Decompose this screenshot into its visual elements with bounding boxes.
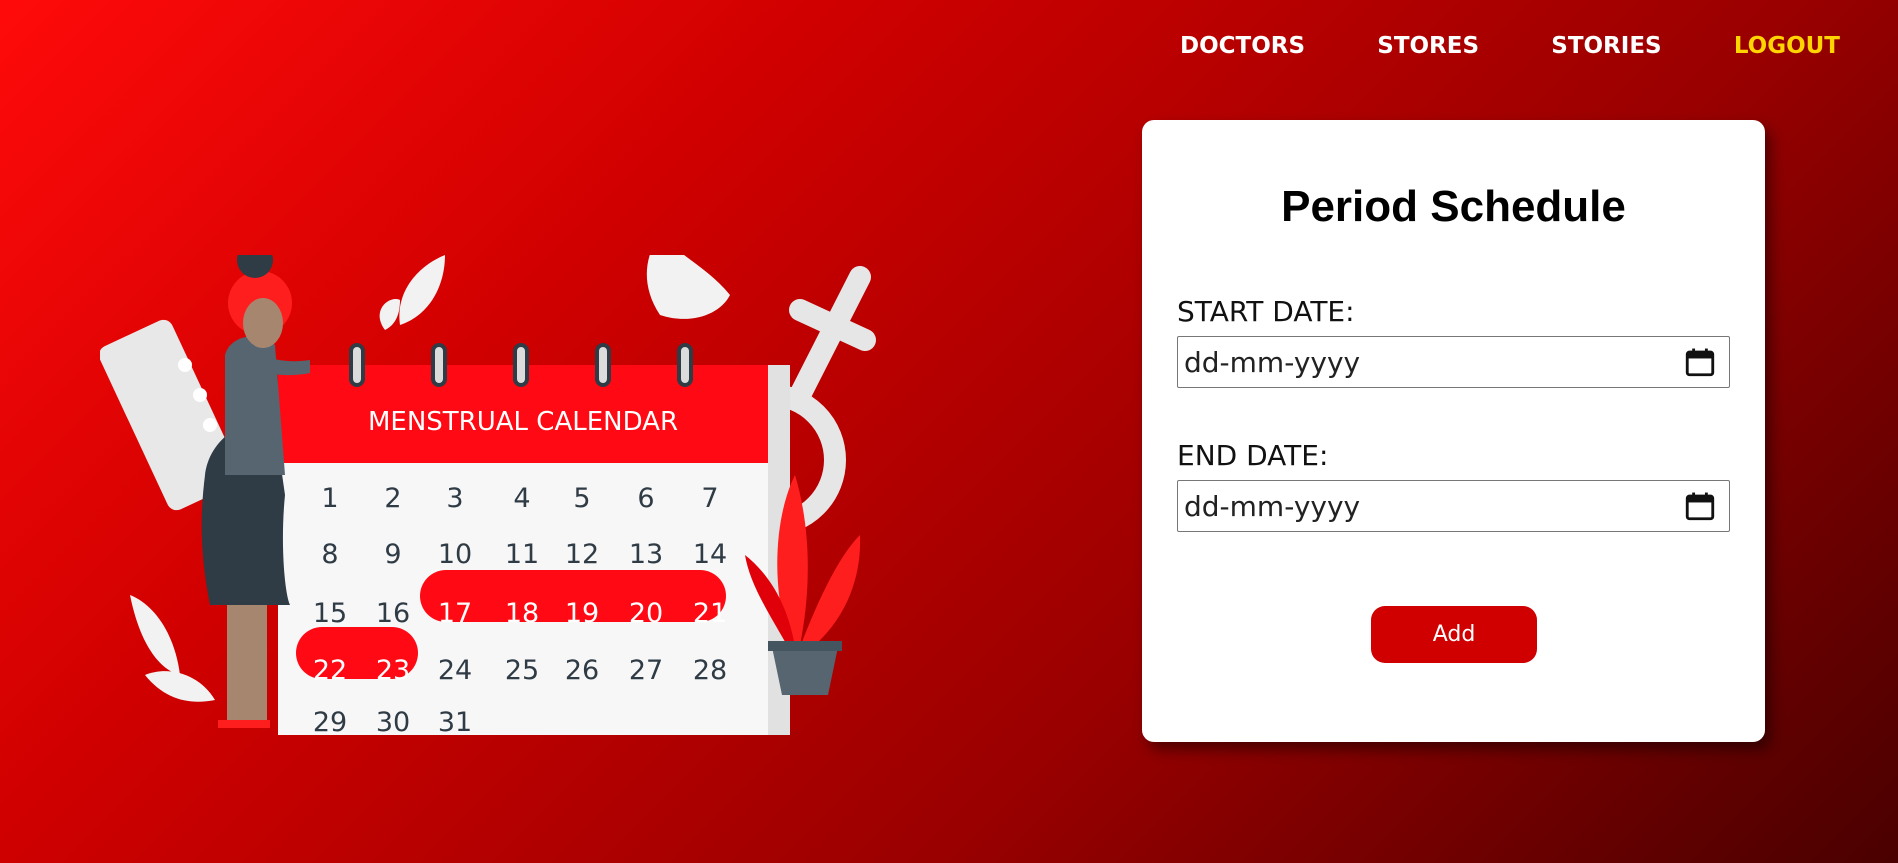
calendar-icon[interactable] bbox=[1683, 345, 1717, 379]
calendar-day: 20 bbox=[629, 598, 663, 629]
nav-stores-link[interactable]: STORES bbox=[1377, 33, 1479, 59]
calendar-day: 5 bbox=[573, 483, 590, 514]
nav-stories-link[interactable]: STORIES bbox=[1551, 33, 1661, 59]
calendar-day: 18 bbox=[505, 598, 539, 629]
calendar-icon[interactable] bbox=[1683, 489, 1717, 523]
calendar-day: 8 bbox=[321, 539, 338, 570]
page-title: Period Schedule bbox=[1281, 182, 1626, 231]
calendar-day: 7 bbox=[701, 483, 718, 514]
calendar-day: 19 bbox=[565, 598, 599, 629]
calendar-day: 2 bbox=[384, 483, 401, 514]
calendar-day: 17 bbox=[438, 598, 472, 629]
period-schedule-card: Period Schedule START DATE: dd-mm-yyyy E… bbox=[1142, 120, 1765, 742]
calendar-day: 12 bbox=[565, 539, 599, 570]
nav-doctors-link[interactable]: DOCTORS bbox=[1180, 33, 1305, 59]
calendar-day: 31 bbox=[438, 707, 472, 735]
calendar-day: 13 bbox=[629, 539, 663, 570]
calendar-day: 29 bbox=[313, 707, 347, 735]
calendar-day: 28 bbox=[693, 655, 727, 686]
calendar-day: 23 bbox=[376, 655, 410, 686]
calendar-day: 26 bbox=[565, 655, 599, 686]
calendar-day: 16 bbox=[376, 598, 410, 629]
calendar-day: 24 bbox=[438, 655, 472, 686]
add-button[interactable]: Add bbox=[1371, 606, 1537, 663]
calendar-day: 11 bbox=[505, 539, 539, 570]
calendar-title: MENSTRUAL CALENDAR bbox=[368, 407, 678, 437]
start-date-label: START DATE: bbox=[1177, 295, 1355, 328]
start-date-input[interactable]: dd-mm-yyyy bbox=[1177, 336, 1730, 388]
calendar-day: 27 bbox=[629, 655, 663, 686]
top-nav: DOCTORS STORES STORIES LOGOUT bbox=[1180, 28, 1840, 64]
calendar-day: 3 bbox=[446, 483, 463, 514]
calendar-day: 6 bbox=[637, 483, 654, 514]
calendar-day: 4 bbox=[513, 483, 530, 514]
nav-logout-link[interactable]: LOGOUT bbox=[1734, 33, 1840, 59]
calendar-day: 15 bbox=[313, 598, 347, 629]
calendar-day: 30 bbox=[376, 707, 410, 735]
end-date-label: END DATE: bbox=[1177, 439, 1329, 472]
calendar-day: 22 bbox=[313, 655, 347, 686]
calendar-day: 10 bbox=[438, 539, 472, 570]
calendar-day: 25 bbox=[505, 655, 539, 686]
end-date-placeholder: dd-mm-yyyy bbox=[1184, 489, 1361, 523]
calendar-day: 14 bbox=[693, 539, 727, 570]
end-date-input[interactable]: dd-mm-yyyy bbox=[1177, 480, 1730, 532]
menstrual-calendar-illustration: MENSTRUAL CALENDAR 1 2 3 4 5 6 78 9 10 11 12 13 1415… bbox=[100, 255, 876, 735]
start-date-placeholder: dd-mm-yyyy bbox=[1184, 345, 1361, 379]
calendar-day: 21 bbox=[693, 598, 727, 629]
calendar-day: 9 bbox=[384, 539, 401, 570]
calendar-day: 1 bbox=[321, 483, 338, 514]
